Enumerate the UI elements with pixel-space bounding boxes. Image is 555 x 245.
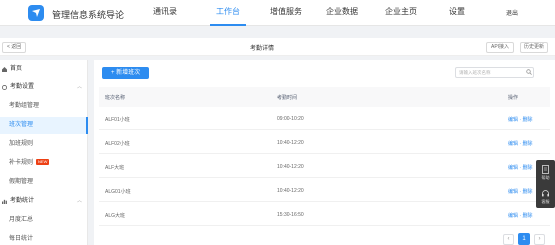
help-label: 帮助 (541, 175, 550, 180)
pagination-page-1[interactable]: 1 (518, 233, 530, 245)
chevron-up-icon: ︿ (76, 84, 82, 90)
column-header-actions: 操作 (508, 95, 519, 101)
settings-icon (2, 85, 7, 90)
search-icon[interactable] (526, 69, 532, 75)
shift-name-cell: ALG01小班 (105, 189, 131, 195)
sidebar-item-label: 补卡规则 (9, 160, 34, 166)
shift-name-cell: ALG大班 (105, 213, 126, 219)
row-actions-links[interactable]: 编辑 · 删除 (508, 188, 532, 195)
nav-value-added-services[interactable]: 增值服务 (266, 0, 306, 26)
nav-company-homepage[interactable]: 企业主页 (384, 0, 418, 26)
column-header-attendance-time: 考勤时间 (277, 95, 298, 101)
brand-name: 管理信息系统导论 (52, 10, 125, 20)
new-badge: NEW (36, 159, 50, 165)
chevron-up-icon: ︿ (76, 198, 82, 204)
nav-company-data[interactable]: 企业数据 (325, 0, 359, 26)
row-actions-links[interactable]: 编辑 · 删除 (508, 116, 532, 123)
top-nav-bar: 管理信息系统导论 通讯录 工作台 增值服务 企业数据 企业主页 设置 退出 (0, 0, 555, 26)
pagination-prev-button[interactable]: ‹ (503, 234, 514, 245)
nav-workbench[interactable]: 工作台 (210, 0, 246, 26)
sidebar-item-label: 考勤设置 (10, 84, 35, 90)
sidebar-item-attendance-groups[interactable]: 考勤组管理 (0, 98, 88, 115)
page-title: 考勤详情 (250, 46, 275, 52)
sidebar-item-label: 首页 (10, 66, 23, 72)
home-icon (2, 67, 7, 72)
sidebar-item-overtime-rules[interactable]: 加班规则 (0, 136, 88, 153)
api-access-button[interactable]: API接入 (486, 42, 515, 53)
sidebar-item-leave-management[interactable]: 假期管理 (0, 174, 88, 191)
sidebar-item-shift-management[interactable]: 班次管理 (0, 117, 88, 134)
row-actions-links[interactable]: 编辑 · 删除 (508, 164, 532, 171)
customer-service-button[interactable]: 客服 (536, 184, 555, 208)
sidebar-group-attendance-settings[interactable]: 考勤设置 ︿ (0, 79, 88, 96)
history-updates-button[interactable]: 历史更新 (520, 42, 549, 53)
shift-name-cell: ALF大班 (105, 165, 125, 171)
sidebar-item-label: 考勤统计 (10, 198, 35, 204)
sidebar: 首页 考勤设置 ︿ 考勤组管理 班次管理 加班规则 补卡规则 NEW 假期管理 考… (0, 60, 88, 245)
main-panel: + 新增班次 班次名称 考勤时间 操作 ALF01小班 09:00-10:20 … (94, 60, 555, 245)
shift-name-cell: ALF01小班 (105, 117, 130, 123)
nav-settings[interactable]: 设置 (448, 0, 466, 26)
nav-contacts[interactable]: 通讯录 (150, 0, 180, 26)
stats-icon (2, 199, 7, 204)
row-actions-links[interactable]: 编辑 · 删除 (508, 212, 532, 219)
document-icon (542, 165, 549, 174)
attendance-time-cell: 10:40-12:20 (277, 188, 304, 194)
help-button[interactable]: 帮助 (536, 160, 555, 184)
customer-service-label: 客服 (541, 199, 550, 204)
attendance-time-cell: 10:40-12:20 (277, 164, 304, 170)
logout-link[interactable]: 退出 (506, 8, 518, 17)
floating-tools-panel: 帮助 客服 (536, 160, 555, 208)
back-button[interactable]: < 返回 (2, 42, 27, 53)
table-row: ALG大班 15:30-16:50 编辑 · 删除 (99, 203, 550, 226)
table-row: ALF02小班 10:40-12:20 编辑 · 删除 (99, 131, 550, 154)
sidebar-group-attendance-stats[interactable]: 考勤统计 ︿ (0, 193, 88, 210)
table-row: ALF01小班 09:00-10:20 编辑 · 删除 (99, 107, 550, 130)
logo-icon[interactable] (28, 5, 44, 21)
sub-header: < 返回 考勤详情 API接入 历史更新 (0, 38, 555, 56)
table-row: ALF大班 10:40-12:20 编辑 · 删除 (99, 155, 550, 178)
sidebar-item-daily-stats[interactable]: 每日统计 (0, 231, 88, 245)
add-shift-button[interactable]: + 新增班次 (102, 67, 150, 79)
sidebar-item-makeup-punch-rules[interactable]: 补卡规则 NEW (0, 155, 88, 172)
table-header: 班次名称 考勤时间 操作 (99, 87, 550, 107)
pagination-next-button[interactable]: › (534, 234, 545, 245)
row-actions-links[interactable]: 编辑 · 删除 (508, 140, 532, 147)
attendance-time-cell: 15:30-16:50 (277, 212, 304, 218)
shift-search-input[interactable] (455, 67, 534, 78)
column-header-shift-name: 班次名称 (105, 95, 126, 101)
shift-name-cell: ALF02小班 (105, 141, 130, 147)
headset-icon (542, 190, 549, 197)
sidebar-item-home[interactable]: 首页 (0, 61, 88, 78)
sidebar-item-monthly-summary[interactable]: 月度汇总 (0, 212, 88, 229)
attendance-time-cell: 09:00-10:20 (277, 116, 304, 122)
table-row: ALG01小班 10:40-12:20 编辑 · 删除 (99, 179, 550, 202)
attendance-time-cell: 10:40-12:20 (277, 140, 304, 146)
